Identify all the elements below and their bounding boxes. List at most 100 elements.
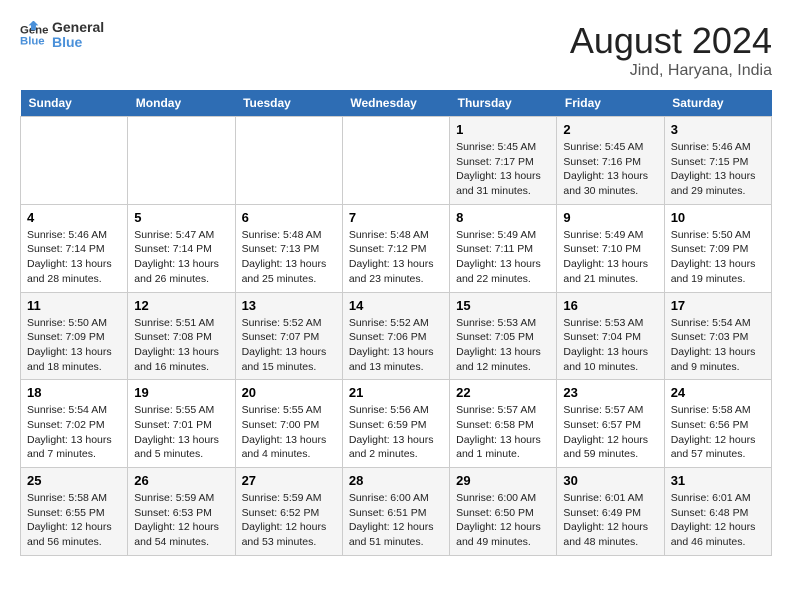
calendar-header-row: SundayMondayTuesdayWednesdayThursdayFrid… xyxy=(21,90,772,117)
week-row-2: 11 Sunrise: 5:50 AM Sunset: 7:09 PM Dayli… xyxy=(21,292,772,380)
day-info: Sunrise: 5:53 AM Sunset: 7:05 PM Dayligh… xyxy=(456,316,550,375)
day-cell: 30 Sunrise: 6:01 AM Sunset: 6:49 PM Dayli… xyxy=(557,468,664,556)
day-number: 29 xyxy=(456,473,550,488)
day-cell: 31 Sunrise: 6:01 AM Sunset: 6:48 PM Dayli… xyxy=(664,468,771,556)
day-cell: 23Sunrise: 5:57 AM Sunset: 6:57 PM Dayli… xyxy=(557,380,664,468)
calendar-table: SundayMondayTuesdayWednesdayThursdayFrid… xyxy=(20,90,772,556)
title-block: August 2024 Jind, Haryana, India xyxy=(570,20,772,80)
week-row-0: 1 Sunrise: 5:45 AM Sunset: 7:17 PM Daylig… xyxy=(21,117,772,205)
day-number: 30 xyxy=(563,473,657,488)
day-cell: 26 Sunrise: 5:59 AM Sunset: 6:53 PM Dayli… xyxy=(128,468,235,556)
day-cell: 14 Sunrise: 5:52 AM Sunset: 7:06 PM Dayli… xyxy=(342,292,449,380)
day-info: Sunrise: 6:01 AM Sunset: 6:48 PM Dayligh… xyxy=(671,491,765,550)
day-number: 3 xyxy=(671,122,765,137)
day-cell: 2 Sunrise: 5:45 AM Sunset: 7:16 PM Daylig… xyxy=(557,117,664,205)
day-header-saturday: Saturday xyxy=(664,90,771,117)
day-header-monday: Monday xyxy=(128,90,235,117)
day-info: Sunrise: 5:45 AM Sunset: 7:17 PM Dayligh… xyxy=(456,140,550,199)
day-header-tuesday: Tuesday xyxy=(235,90,342,117)
day-info: Sunrise: 6:00 AM Sunset: 6:51 PM Dayligh… xyxy=(349,491,443,550)
day-cell: 22 Sunrise: 5:57 AM Sunset: 6:58 PM Dayli… xyxy=(450,380,557,468)
day-number: 20 xyxy=(242,385,336,400)
day-info: Sunrise: 5:47 AM Sunset: 7:14 PM Dayligh… xyxy=(134,228,228,287)
day-header-sunday: Sunday xyxy=(21,90,128,117)
day-info: Sunrise: 5:49 AM Sunset: 7:11 PM Dayligh… xyxy=(456,228,550,287)
day-cell: 25 Sunrise: 5:58 AM Sunset: 6:55 PM Dayli… xyxy=(21,468,128,556)
day-info: Sunrise: 5:45 AM Sunset: 7:16 PM Dayligh… xyxy=(563,140,657,199)
day-cell: 28 Sunrise: 6:00 AM Sunset: 6:51 PM Dayli… xyxy=(342,468,449,556)
day-number: 14 xyxy=(349,298,443,313)
day-number: 24 xyxy=(671,385,765,400)
logo-line1: General xyxy=(52,20,104,35)
day-number: 11 xyxy=(27,298,121,313)
day-cell: 1 Sunrise: 5:45 AM Sunset: 7:17 PM Daylig… xyxy=(450,117,557,205)
day-info: Sunrise: 5:55 AM Sunset: 7:01 PM Dayligh… xyxy=(134,403,228,462)
day-info: Sunrise: 5:58 AM Sunset: 6:55 PM Dayligh… xyxy=(27,491,121,550)
day-number: 6 xyxy=(242,210,336,225)
day-number: 5 xyxy=(134,210,228,225)
day-info: Sunrise: 5:57 AM Sunset: 6:58 PM Dayligh… xyxy=(456,403,550,462)
day-number: 10 xyxy=(671,210,765,225)
day-number: 19 xyxy=(134,385,228,400)
logo: General Blue General Blue xyxy=(20,20,104,51)
day-header-wednesday: Wednesday xyxy=(342,90,449,117)
day-info: Sunrise: 5:51 AM Sunset: 7:08 PM Dayligh… xyxy=(134,316,228,375)
day-cell: 16 Sunrise: 5:53 AM Sunset: 7:04 PM Dayli… xyxy=(557,292,664,380)
day-info: Sunrise: 5:52 AM Sunset: 7:06 PM Dayligh… xyxy=(349,316,443,375)
day-info: Sunrise: 5:49 AM Sunset: 7:10 PM Dayligh… xyxy=(563,228,657,287)
day-cell xyxy=(235,117,342,205)
day-number: 1 xyxy=(456,122,550,137)
day-cell: 17Sunrise: 5:54 AM Sunset: 7:03 PM Dayli… xyxy=(664,292,771,380)
day-cell: 6 Sunrise: 5:48 AM Sunset: 7:13 PM Daylig… xyxy=(235,204,342,292)
day-number: 13 xyxy=(242,298,336,313)
day-info: Sunrise: 5:59 AM Sunset: 6:53 PM Dayligh… xyxy=(134,491,228,550)
day-cell xyxy=(342,117,449,205)
day-number: 7 xyxy=(349,210,443,225)
day-number: 2 xyxy=(563,122,657,137)
location: Jind, Haryana, India xyxy=(570,62,772,80)
day-number: 17 xyxy=(671,298,765,313)
day-number: 12 xyxy=(134,298,228,313)
page-header: General Blue General Blue August 2024 Ji… xyxy=(20,20,772,80)
day-cell: 3 Sunrise: 5:46 AM Sunset: 7:15 PM Daylig… xyxy=(664,117,771,205)
day-number: 27 xyxy=(242,473,336,488)
day-cell: 11 Sunrise: 5:50 AM Sunset: 7:09 PM Dayli… xyxy=(21,292,128,380)
day-number: 22 xyxy=(456,385,550,400)
day-cell: 15 Sunrise: 5:53 AM Sunset: 7:05 PM Dayli… xyxy=(450,292,557,380)
week-row-3: 18Sunrise: 5:54 AM Sunset: 7:02 PM Dayli… xyxy=(21,380,772,468)
day-cell: 5 Sunrise: 5:47 AM Sunset: 7:14 PM Daylig… xyxy=(128,204,235,292)
day-number: 26 xyxy=(134,473,228,488)
day-cell: 12 Sunrise: 5:51 AM Sunset: 7:08 PM Dayli… xyxy=(128,292,235,380)
day-number: 28 xyxy=(349,473,443,488)
day-info: Sunrise: 5:52 AM Sunset: 7:07 PM Dayligh… xyxy=(242,316,336,375)
day-cell xyxy=(128,117,235,205)
day-info: Sunrise: 5:46 AM Sunset: 7:15 PM Dayligh… xyxy=(671,140,765,199)
day-cell: 13 Sunrise: 5:52 AM Sunset: 7:07 PM Dayli… xyxy=(235,292,342,380)
month-title: August 2024 xyxy=(570,20,772,62)
day-info: Sunrise: 5:48 AM Sunset: 7:13 PM Dayligh… xyxy=(242,228,336,287)
day-number: 16 xyxy=(563,298,657,313)
day-cell: 20Sunrise: 5:55 AM Sunset: 7:00 PM Dayli… xyxy=(235,380,342,468)
day-info: Sunrise: 6:01 AM Sunset: 6:49 PM Dayligh… xyxy=(563,491,657,550)
logo-icon: General Blue xyxy=(20,21,48,49)
day-cell: 21Sunrise: 5:56 AM Sunset: 6:59 PM Dayli… xyxy=(342,380,449,468)
day-cell: 27 Sunrise: 5:59 AM Sunset: 6:52 PM Dayli… xyxy=(235,468,342,556)
day-number: 15 xyxy=(456,298,550,313)
day-number: 21 xyxy=(349,385,443,400)
day-cell: 10 Sunrise: 5:50 AM Sunset: 7:09 PM Dayli… xyxy=(664,204,771,292)
day-info: Sunrise: 5:58 AM Sunset: 6:56 PM Dayligh… xyxy=(671,403,765,462)
day-header-friday: Friday xyxy=(557,90,664,117)
day-header-thursday: Thursday xyxy=(450,90,557,117)
day-cell xyxy=(21,117,128,205)
day-cell: 4Sunrise: 5:46 AM Sunset: 7:14 PM Daylig… xyxy=(21,204,128,292)
day-info: Sunrise: 5:48 AM Sunset: 7:12 PM Dayligh… xyxy=(349,228,443,287)
day-info: Sunrise: 5:54 AM Sunset: 7:02 PM Dayligh… xyxy=(27,403,121,462)
day-info: Sunrise: 5:53 AM Sunset: 7:04 PM Dayligh… xyxy=(563,316,657,375)
day-info: Sunrise: 5:57 AM Sunset: 6:57 PM Dayligh… xyxy=(563,403,657,462)
day-info: Sunrise: 5:50 AM Sunset: 7:09 PM Dayligh… xyxy=(671,228,765,287)
day-number: 25 xyxy=(27,473,121,488)
day-info: Sunrise: 5:59 AM Sunset: 6:52 PM Dayligh… xyxy=(242,491,336,550)
day-number: 31 xyxy=(671,473,765,488)
day-cell: 7 Sunrise: 5:48 AM Sunset: 7:12 PM Daylig… xyxy=(342,204,449,292)
day-info: Sunrise: 5:50 AM Sunset: 7:09 PM Dayligh… xyxy=(27,316,121,375)
